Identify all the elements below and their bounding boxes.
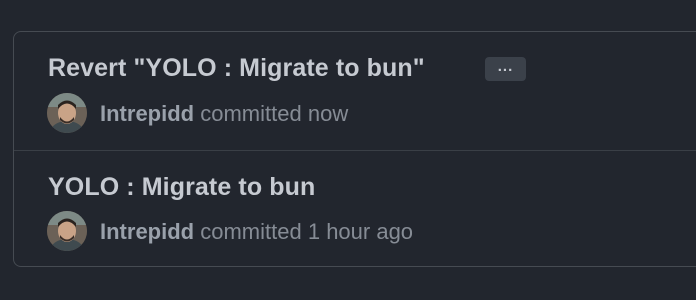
commit-title[interactable]: Revert "YOLO : Migrate to bun" [48, 54, 425, 83]
commit-action-text: committed [200, 101, 302, 126]
avatar[interactable] [47, 93, 87, 133]
commit-item: Revert "YOLO : Migrate to bun" ... Intre… [14, 32, 696, 150]
commit-time: 1 hour ago [307, 219, 414, 244]
commit-title[interactable]: YOLO : Migrate to bun [48, 173, 315, 202]
avatar[interactable] [47, 211, 87, 251]
commit-list: Revert "YOLO : Migrate to bun" ... Intre… [13, 31, 696, 267]
commit-meta: Intrepidd committed 1 hour ago [100, 219, 413, 245]
avatar-image-icon [47, 211, 87, 251]
commit-action-text: committed [200, 219, 302, 244]
commit-time: now [307, 101, 349, 126]
commit-item: YOLO : Migrate to bun Intrepidd committe… [14, 150, 696, 266]
commit-author-link[interactable]: Intrepidd [100, 219, 194, 244]
expand-commit-message-button[interactable]: ... [485, 57, 526, 81]
commit-meta: Intrepidd committed now [100, 101, 348, 127]
commit-author-link[interactable]: Intrepidd [100, 101, 194, 126]
avatar-image-icon [47, 93, 87, 133]
